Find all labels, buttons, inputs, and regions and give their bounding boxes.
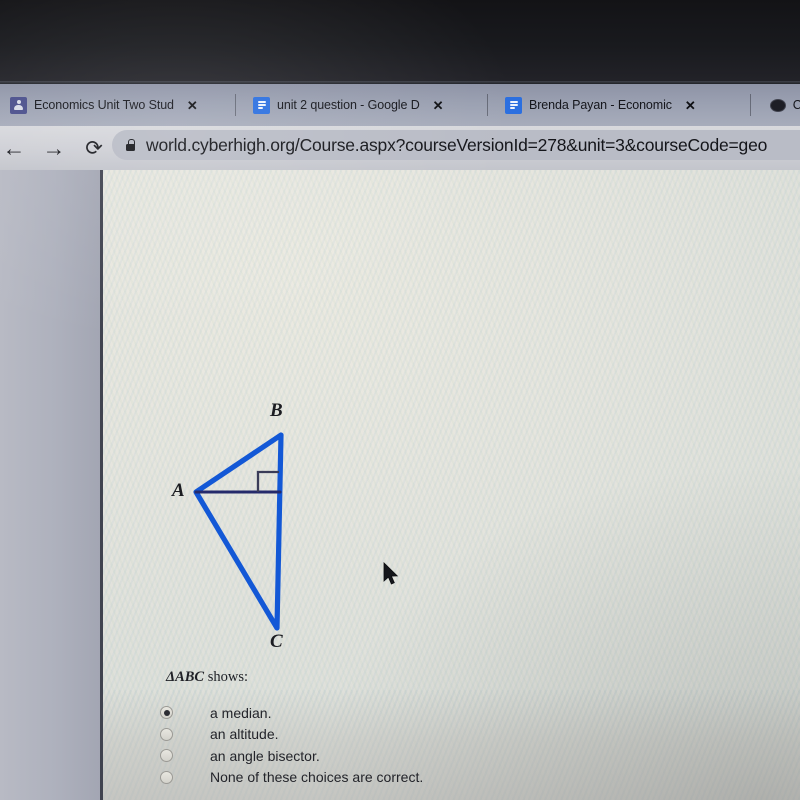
right-angle-marker xyxy=(256,470,279,492)
tab-close-icon[interactable]: ✕ xyxy=(685,99,696,112)
vertex-label-b: B xyxy=(270,400,283,421)
question-prompt: ΔABC shows: xyxy=(166,669,248,686)
reload-icon[interactable]: ⟳ xyxy=(74,138,114,159)
screenshot-root: Economics Unit Two Stud ✕ unit 2 questio… xyxy=(0,0,800,800)
browser-tab-3[interactable]: Brenda Payan - Economic ✕ xyxy=(495,84,743,126)
vertex-label-a: A xyxy=(172,480,185,501)
answer-option-1[interactable]: a median. xyxy=(158,702,578,724)
tab-title: unit 2 question - Google D xyxy=(277,98,420,112)
answer-option-label: a median. xyxy=(210,704,272,721)
web-page: B A C ΔABC shows: a median. an altitude.… xyxy=(0,170,800,800)
radio-button[interactable] xyxy=(160,727,173,741)
tab-separator xyxy=(235,94,236,116)
oval-icon xyxy=(770,98,786,112)
radio-button[interactable] xyxy=(160,749,173,763)
tab-title: C xyxy=(792,98,800,112)
google-docs-icon xyxy=(505,96,522,114)
triangle-figure: B A C xyxy=(140,398,370,660)
vertex-label-c: C xyxy=(270,631,283,652)
mouse-cursor xyxy=(383,562,401,588)
triangle-diagram-svg xyxy=(193,432,284,631)
tab-title: Economics Unit Two Stud xyxy=(34,98,174,112)
monitor-bezel xyxy=(0,0,800,84)
browser-tab-2[interactable]: unit 2 question - Google D ✕ xyxy=(243,84,481,126)
radio-button[interactable] xyxy=(160,770,173,784)
answer-option-4[interactable]: None of these choices are correct. xyxy=(158,767,578,789)
address-bar-url: world.cyberhigh.org/Course.aspx?courseVe… xyxy=(146,134,768,155)
tab-close-icon[interactable]: ✕ xyxy=(187,99,198,112)
answer-option-3[interactable]: an angle bisector. xyxy=(158,745,578,767)
browser-tab-1[interactable]: Economics Unit Two Stud ✕ xyxy=(0,84,228,126)
google-docs-icon xyxy=(253,96,270,114)
answer-option-2[interactable]: an altitude. xyxy=(158,724,578,746)
tab-close-icon[interactable]: ✕ xyxy=(433,99,444,112)
radio-button[interactable] xyxy=(160,706,173,720)
address-bar[interactable]: world.cyberhigh.org/Course.aspx?courseVe… xyxy=(112,130,800,160)
answer-option-label: an altitude. xyxy=(210,726,279,743)
answer-options-list: a median. an altitude. an angle bisector… xyxy=(158,702,578,788)
answer-option-label: None of these choices are correct. xyxy=(210,769,424,786)
cursor-arrow-icon xyxy=(383,562,399,585)
tab-title: Brenda Payan - Economic xyxy=(529,98,672,112)
person-icon xyxy=(10,96,27,114)
question-prompt-tail: shows: xyxy=(204,669,249,685)
browser-tab-4[interactable]: C xyxy=(760,84,800,126)
triangle-outline xyxy=(193,432,284,631)
browser-tab-strip: Economics Unit Two Stud ✕ unit 2 questio… xyxy=(0,84,800,126)
back-arrow-icon[interactable]: ← xyxy=(0,136,34,160)
question-prompt-triangle: ΔABC xyxy=(166,669,205,685)
tab-separator xyxy=(487,94,488,116)
forward-arrow-icon[interactable]: → xyxy=(34,136,74,160)
lock-icon xyxy=(126,139,135,151)
tab-separator xyxy=(750,94,751,116)
page-left-sidebar xyxy=(0,170,100,800)
answer-option-label: an angle bisector. xyxy=(210,747,320,764)
